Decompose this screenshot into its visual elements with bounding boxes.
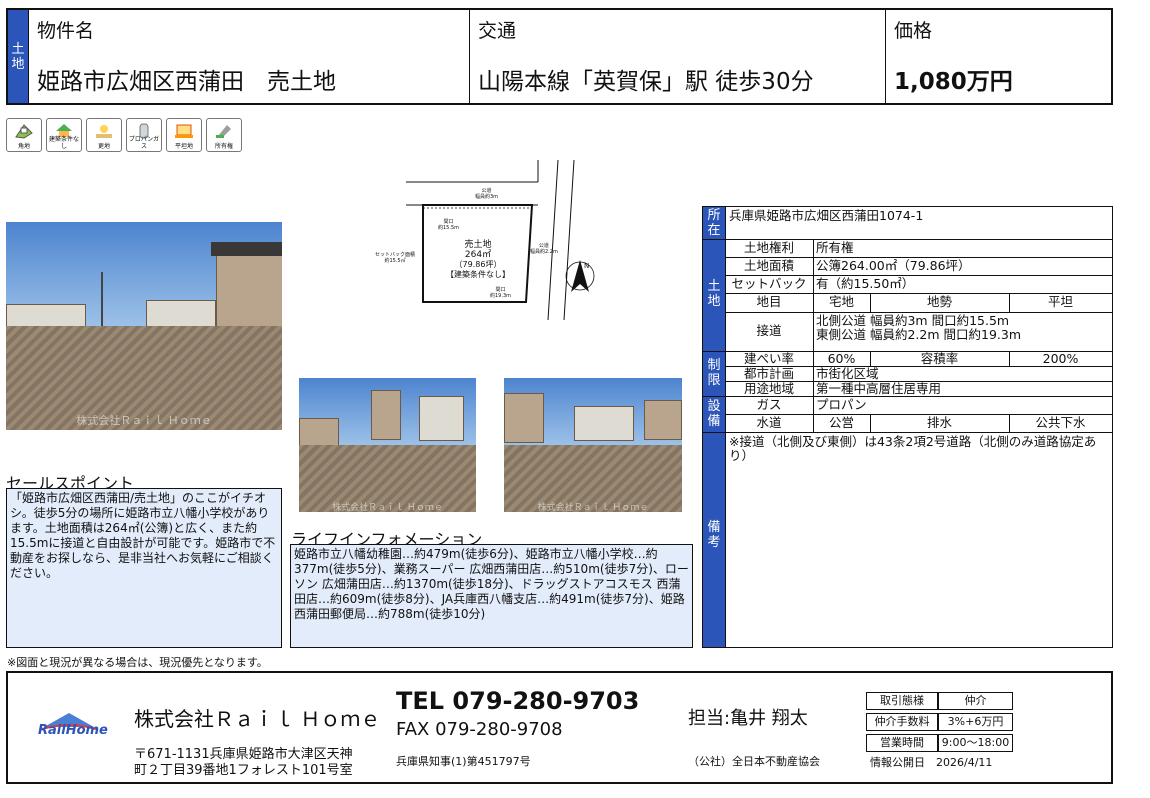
property-spec-table: 所在 土地 制限 設備 備考 兵庫県姫路市広畑区西蒲田1074-1 土地権利 所… [702,206,1113,648]
hours-label: 営業時間 [866,734,938,752]
no-building-condition-icon: 建築条件なし [46,118,82,152]
city-plan-label: 都市計画 [743,367,794,381]
road-value-2: 東側公道 幅員約2.2m 間口約19.3m [816,328,1022,342]
lot-condition: 【建築条件なし】 [446,270,510,279]
far-value: 200% [1042,352,1079,366]
site-photo-3: 株式会社Ｒａｉｌ Ｈｏｍｅ [504,378,682,512]
hours-value: 9:00～18:00 [938,734,1013,752]
ownership-icon: 所有権 [206,118,242,152]
access-cell: 交通 山陽本線「英賀保」駅 徒歩30分 [469,10,885,103]
road-label: 接道 [756,324,782,338]
east-frontage-label: 間口 約19.3m [490,287,512,299]
north-frontage-label: 間口 約15.5m [438,219,460,231]
property-header: 土地 物件名 姫路市広畑区西蒲田 売土地 交通 山陽本線「英賀保」駅 徒歩30分… [6,8,1113,105]
deal-type-value: 仲介 [938,692,1013,710]
setback-label: セットバック [731,277,807,291]
terrain-value: 平坦 [1047,295,1073,309]
photo-watermark: 株式会社Ｒａｉｌ Ｈｏｍｅ [332,503,443,512]
location-value: 兵庫県姫路市広畑区西蒲田1074-1 [729,209,924,223]
lot-tsubo: （79.86坪） [454,260,502,269]
price-cell: 価格 1,080万円 [885,10,1111,103]
lot-area: 264㎡ [464,250,492,260]
disclaimer-note: ※図面と現況が異なる場合は、現況優先となります。 [7,656,268,669]
north-arrow-label: N [584,262,590,270]
staff-name: 担当:亀井 翔太 [688,708,808,729]
property-name-cell: 物件名 姫路市広畑区西蒲田 売土地 [28,10,469,103]
bcr-value: 60% [827,352,856,366]
east-road-label: 公道 幅員約2.2m [530,243,558,255]
city-plan-value: 市街化区域 [816,367,879,381]
zone-label: 用途地域 [743,382,794,396]
bcr-label: 建ぺい率 [743,352,794,366]
price-value: 1,080万円 [894,69,1013,95]
company-address-2: 町２丁目39番地1フォレスト101号室 [134,763,353,778]
location-side: 所在 [703,207,725,239]
life-info-text: 姫路市立八幡幼稚園…約479m(徒歩6分)、姫路市立八幡小学校…約377m(徒歩… [290,544,693,648]
facility-side: 設備 [703,396,725,432]
drain-label: 排水 [926,416,952,430]
water-value: 公営 [828,416,854,430]
category-badge: 土地 [8,10,28,103]
fee-label: 仲介手数料 [866,713,938,731]
access-value: 山陽本線「英賀保」駅 徒歩30分 [478,69,814,95]
road-value-1: 北側公道 幅員約3m 間口約15.5m [816,314,1010,328]
drain-value: 公共下水 [1035,416,1086,430]
terrain-label: 地勢 [926,295,952,309]
property-name-label: 物件名 [37,20,95,42]
land-category-value: 宅地 [828,295,854,309]
zone-value: 第一種中高層住居専用 [816,382,942,396]
fax-number: FAX 079-280-9708 [396,719,563,740]
photo-watermark: 株式会社Ｒａｉｌ Ｈｏｍｅ [537,503,649,512]
rights-value: 所有権 [816,241,854,255]
gas-value: プロパン [816,398,867,412]
water-label: 水道 [756,416,782,430]
company-name: 株式会社Ｒａｉｌ Ｈｏｍｅ [134,707,381,731]
lot-label-block: 売土地 264㎡ （79.86坪） 【建築条件なし】 [433,240,523,280]
land-side: 土地 [703,239,725,351]
site-photo-2: 株式会社Ｒａｉｌ Ｈｏｍｅ [299,378,476,512]
price-label: 価格 [894,20,933,42]
area-label: 土地面積 [743,259,794,273]
property-name-value: 姫路市広畑区西蒲田 売土地 [37,69,336,95]
area-value: 公簿264.00㎡（79.86坪） [816,259,971,273]
lot-title: 売土地 [464,240,492,250]
propane-gas-icon: プロパンガス [126,118,162,152]
sales-point-text: 「姫路市広畑区西蒲田/売土地」のここがイチオシ。徒歩5分の場所に姫路市立八幡小学… [6,488,282,648]
north-road-label: 公道 幅員約3m [475,188,499,200]
remarks-value: ※接道（北側及び東側）は43条2項2号道路（北側のみ道路協定あり） [729,435,1097,463]
vacant-lot-icon: 更地 [86,118,122,152]
site-photo-main: 株式会社Ｒａｉｌ Ｈｏｍｅ [6,222,282,430]
setback-area-label: セットバック面積 約15.5㎡ [375,252,416,264]
publish-date: 情報公開日 2026/4/11 [870,756,993,769]
company-footer: RailHome 株式会社Ｒａｉｌ Ｈｏｍｅ 〒671-1131兵庫県姫路市大津… [6,671,1113,784]
phone-number[interactable]: TEL 079-280-9703 [396,687,639,715]
setback-value: 有（約15.50㎡） [816,277,915,291]
restriction-side: 制限 [703,351,725,396]
far-label: 容積率 [920,352,959,366]
gas-label: ガス [756,398,782,412]
license-number: 兵庫県知事(1)第451797号 [396,755,531,768]
logo-text: RailHome [38,723,108,738]
flat-land-icon: 平坦地 [166,118,202,152]
land-category-label: 地目 [756,295,782,309]
deal-type-label: 取引態様 [866,692,938,710]
remarks-side: 備考 [703,432,725,647]
fee-value: 3%+6万円 [938,713,1013,731]
association-name: （公社）全日本不動産協会 [688,755,820,768]
corner-lot-icon: 角地 [6,118,42,152]
photo-watermark: 株式会社Ｒａｉｌ Ｈｏｍｅ [76,414,212,427]
access-label: 交通 [478,20,517,42]
rights-label: 土地権利 [743,241,794,255]
